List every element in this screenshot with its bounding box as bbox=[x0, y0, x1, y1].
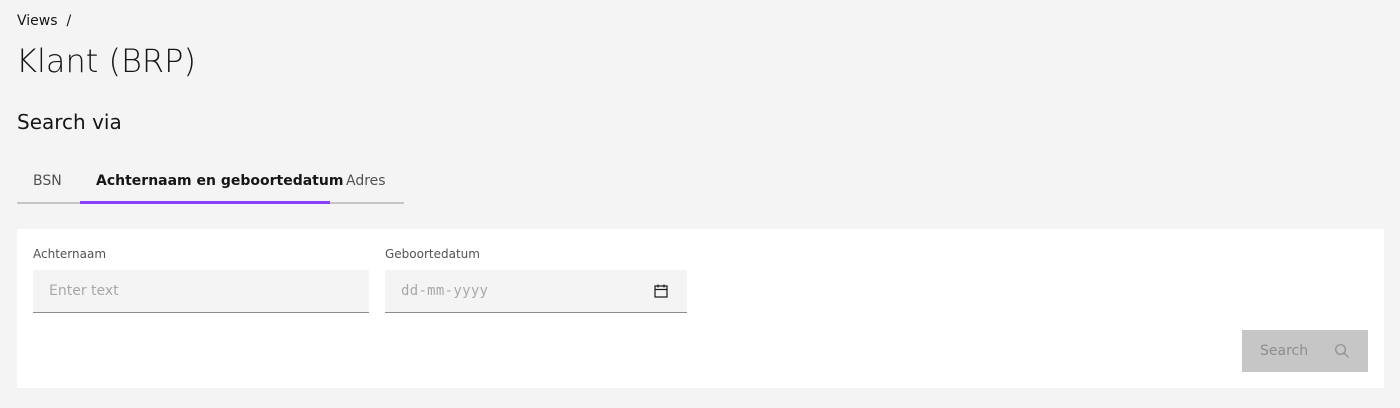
tab-label: Achternaam en geboortedatum bbox=[96, 173, 344, 189]
breadcrumb-item-views[interactable]: Views bbox=[17, 13, 58, 29]
search-tabs: BSN Achternaam en geboortedatum Adres bbox=[17, 162, 404, 204]
tab-bsn[interactable]: BSN bbox=[17, 162, 80, 204]
breadcrumb: Views / bbox=[17, 13, 71, 29]
search-icon bbox=[1335, 344, 1349, 358]
geboortedatum-label: Geboortedatum bbox=[385, 247, 480, 261]
breadcrumb-separator: / bbox=[66, 13, 72, 29]
achternaam-label: Achternaam bbox=[33, 247, 107, 261]
tab-achternaam-en-geboortedatum[interactable]: Achternaam en geboortedatum bbox=[80, 162, 343, 204]
geboortedatum-input[interactable] bbox=[385, 270, 645, 312]
page-title: Klant (BRP) bbox=[16, 42, 196, 80]
section-title: Search via bbox=[17, 110, 122, 134]
search-button[interactable]: Search bbox=[1242, 330, 1368, 372]
tab-label: BSN bbox=[33, 173, 62, 189]
tab-adres[interactable]: Adres bbox=[330, 162, 404, 204]
calendar-icon[interactable] bbox=[653, 283, 669, 299]
geboortedatum-field bbox=[385, 270, 687, 313]
tab-label: Adres bbox=[346, 173, 386, 189]
achternaam-input[interactable] bbox=[33, 270, 369, 313]
search-button-label: Search bbox=[1260, 343, 1309, 359]
search-form-panel: Achternaam Geboortedatum Search bbox=[17, 229, 1384, 388]
